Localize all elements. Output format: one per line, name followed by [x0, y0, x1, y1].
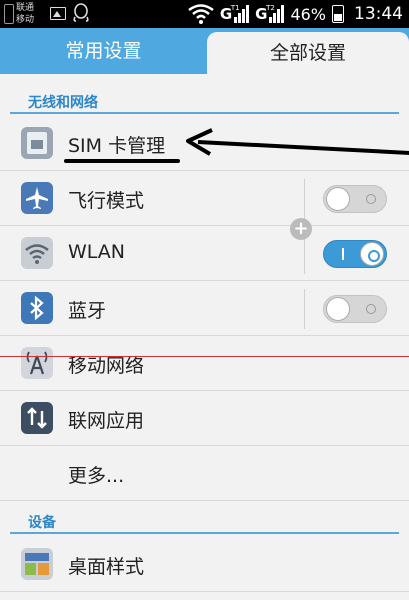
section-label-wireless: 无线和网络	[28, 95, 98, 111]
annotation-underline	[64, 159, 180, 163]
cell-signal-2-icon: G T2	[255, 4, 285, 23]
tab-all-settings[interactable]: 全部设置	[207, 32, 409, 76]
desktop-style-icon	[21, 548, 53, 580]
tab-common-settings[interactable]: 常用设置	[0, 28, 207, 74]
settings-item-label: WLAN	[68, 241, 126, 263]
row-divider	[304, 234, 305, 274]
settings-item-label: 桌面样式	[68, 556, 145, 578]
annotation-arrow-icon	[186, 128, 409, 156]
settings-item-label: 更多...	[68, 465, 125, 487]
settings-item-mobile-network[interactable]: 移动网络	[0, 336, 409, 391]
network-apps-icon	[21, 402, 53, 434]
wlan-toggle[interactable]	[323, 240, 387, 268]
signal-2-tag: T2	[266, 4, 275, 12]
settings-item-wlan[interactable]: WLAN	[0, 226, 409, 281]
bluetooth-toggle[interactable]	[323, 295, 387, 323]
settings-item-label: 飞行模式	[68, 190, 145, 212]
carrier-name-1: 联通	[16, 3, 35, 13]
cell-tower-icon	[21, 347, 53, 379]
battery-icon	[332, 5, 344, 23]
row-divider	[304, 289, 305, 329]
bluetooth-icon	[21, 292, 53, 324]
carrier-name-2: 移动	[16, 15, 35, 25]
section-label-device: 设备	[28, 515, 56, 531]
settings-item-bluetooth[interactable]: 蓝牙	[0, 281, 409, 336]
settings-item-network-apps[interactable]: 联网应用	[0, 391, 409, 446]
settings-item-desktop-style[interactable]: 桌面样式	[0, 537, 409, 592]
settings-item-label: 蓝牙	[68, 300, 107, 322]
wifi-signal-icon	[188, 4, 214, 24]
settings-item-airplane-mode[interactable]: 飞行模式	[0, 171, 409, 226]
section-divider	[10, 532, 399, 534]
settings-item-more[interactable]: 更多...	[0, 446, 409, 501]
section-header-device: 设备	[0, 506, 409, 534]
gallery-notification-icon	[50, 7, 66, 20]
sim-icon	[4, 4, 14, 24]
signal-1-tag: T1	[230, 4, 240, 12]
settings-item-label: 联网应用	[68, 410, 145, 432]
airplane-icon	[21, 182, 53, 214]
settings-item-label: SIM 卡管理	[68, 135, 166, 157]
cell-signal-1-icon: G T1	[220, 4, 250, 23]
sim-card-icon	[21, 127, 53, 159]
airplane-mode-toggle[interactable]	[323, 185, 387, 213]
wifi-icon	[21, 237, 53, 269]
battery-percent: 46%	[290, 4, 326, 24]
section-header-wireless: 无线和网络	[0, 86, 409, 114]
settings-tab-bar: 常用设置 全部设置	[0, 28, 409, 76]
qq-notification-icon	[73, 3, 89, 22]
add-shortcut-button[interactable]: +	[290, 218, 312, 240]
section-divider	[10, 112, 399, 114]
annotation-red-line	[0, 356, 409, 357]
row-divider	[304, 179, 305, 219]
status-bar: 联通 移动 G T1 G T2 46% 13:44	[0, 0, 409, 28]
clock: 13:44	[354, 4, 403, 24]
